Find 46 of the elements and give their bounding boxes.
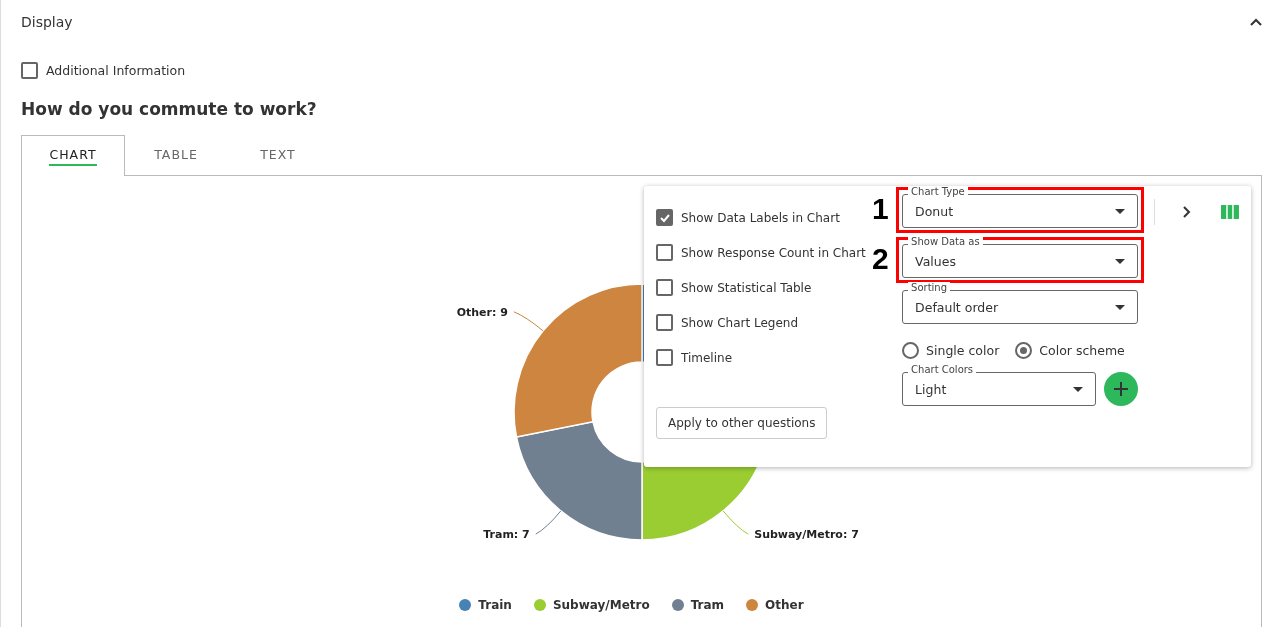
plus-icon (1113, 381, 1130, 397)
section-title: Display (21, 14, 73, 30)
legend-label[interactable]: Train (478, 598, 512, 612)
data-label: Subway/Metro: 7 (754, 528, 859, 542)
caret-icon (1073, 386, 1084, 392)
callout-number: 2 (872, 242, 889, 276)
legend-label[interactable]: Other (765, 598, 804, 612)
legend-label[interactable]: Tram (690, 598, 725, 612)
radio-label: Single color (926, 342, 1000, 358)
tab[interactable]: CHART (21, 135, 125, 176)
field-label: Chart Colors (908, 364, 977, 375)
collapse-chevron-icon[interactable] (1250, 18, 1262, 26)
field-label: Chart Type (908, 186, 968, 197)
checkbox-label: Timeline (681, 350, 733, 365)
checkbox[interactable] (21, 62, 38, 79)
tab[interactable]: TABLE (125, 135, 227, 176)
data-label: Tram: 7 (483, 528, 530, 542)
chevron-right-icon[interactable] (1183, 206, 1192, 218)
checkbox[interactable] (656, 244, 673, 261)
field-label: Show Data as (908, 236, 983, 247)
checkbox[interactable] (656, 349, 673, 366)
checkbox-label: Show Response Count in Chart (681, 245, 866, 260)
caret-icon (1115, 258, 1126, 264)
radio-button[interactable] (1015, 341, 1033, 359)
radio-label: Color scheme (1039, 342, 1125, 358)
leader-line (722, 510, 749, 535)
add-button[interactable] (1104, 372, 1139, 406)
callout-number: 1 (872, 192, 889, 226)
checkbox-label: Show Data Labels in Chart (681, 210, 840, 225)
tab[interactable]: TEXT (227, 135, 329, 176)
apply-button[interactable]: Apply to other questions (656, 407, 828, 439)
field-label: Sorting (908, 282, 951, 293)
question-title: How do you commute to work? (21, 99, 318, 119)
checkbox[interactable] (656, 314, 673, 331)
caret-icon (1115, 208, 1126, 214)
radio-button[interactable] (902, 341, 920, 359)
checkbox-label: Show Statistical Table (681, 280, 812, 295)
leader-line (535, 510, 562, 535)
checkbox[interactable] (656, 279, 673, 296)
leader-line (513, 311, 544, 332)
data-label: Other: 9 (456, 305, 508, 319)
caret-icon (1115, 304, 1126, 310)
checkbox-label: Show Chart Legend (681, 315, 799, 330)
checkbox[interactable] (656, 209, 673, 226)
legend-label[interactable]: Subway/Metro (552, 598, 650, 612)
checkbox-label: Additional Information (46, 63, 186, 78)
